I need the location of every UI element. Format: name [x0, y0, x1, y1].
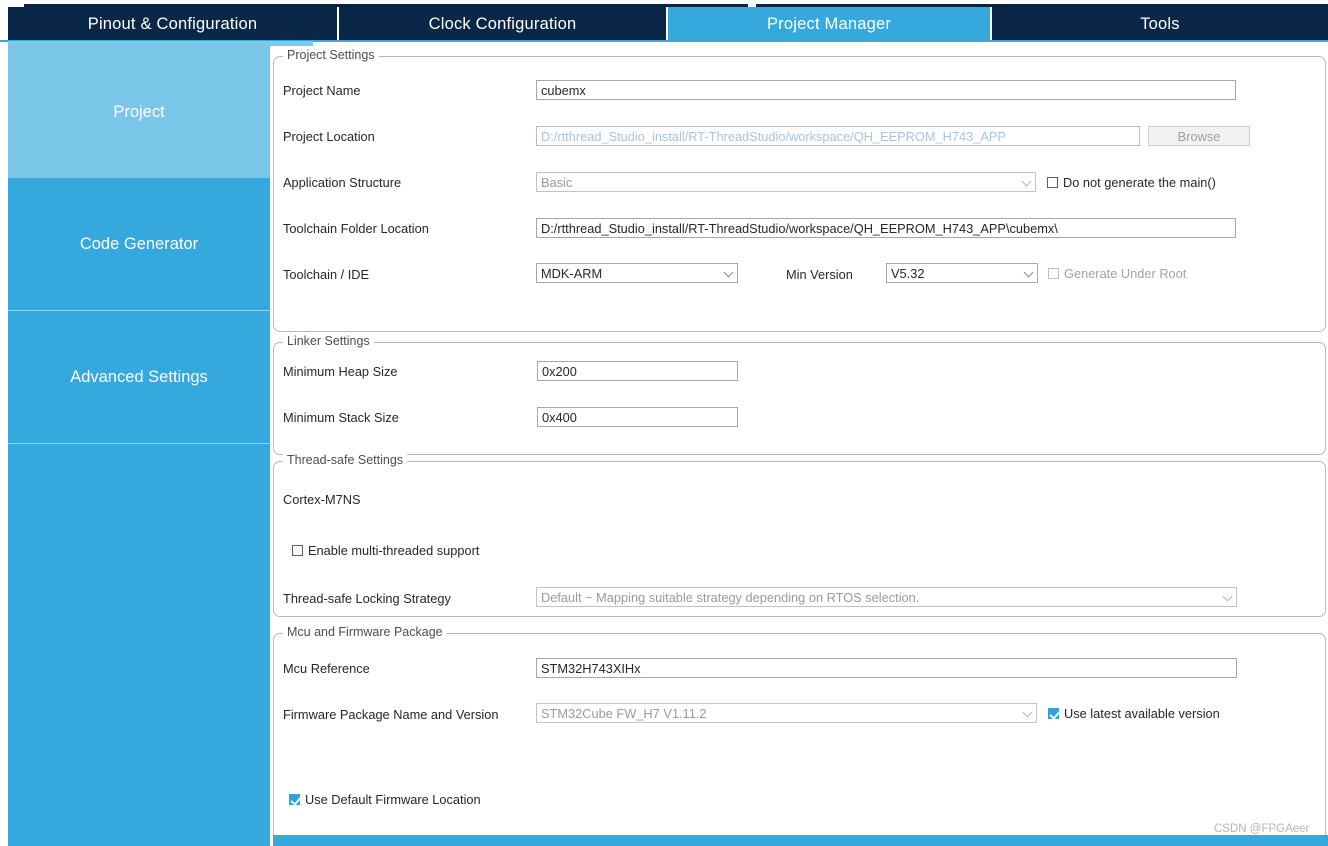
sidebar-bottom-accent — [8, 835, 270, 846]
linker-settings-group: Linker Settings Minimum Heap Size 0x200 … — [273, 334, 1326, 455]
toolchain-ide-select[interactable]: MDK-ARM — [536, 263, 738, 283]
sidebar-item-label: Advanced Settings — [70, 368, 208, 386]
linker-settings-title: Linker Settings — [283, 334, 374, 348]
min-version-select[interactable]: V5.32 — [886, 263, 1038, 283]
min-version-value: V5.32 — [891, 265, 925, 281]
chevron-down-icon — [1021, 176, 1032, 187]
toolchain-folder-location-input[interactable]: D:/rtthread_Studio_install/RT-ThreadStud… — [536, 218, 1236, 238]
use-latest-version-checkbox[interactable]: Use latest available version — [1048, 703, 1220, 723]
checkbox-label: Enable multi-threaded support — [308, 542, 480, 558]
sidebar-item-advanced-settings[interactable]: Advanced Settings — [8, 311, 270, 444]
minimum-heap-size-label: Minimum Heap Size — [283, 364, 398, 379]
tab-label: Pinout & Configuration — [87, 14, 258, 33]
sidebar-item-label: Code Generator — [79, 235, 199, 253]
checkbox-label: Generate Under Root — [1064, 265, 1187, 281]
watermark: CSDN @FPGAeer — [1214, 823, 1310, 835]
checkbox-box — [292, 544, 303, 556]
application-structure-value: Basic — [541, 174, 573, 190]
project-location-input[interactable]: D:/rtthread_Studio_install/RT-ThreadStud… — [536, 126, 1140, 146]
content-bottom-accent — [273, 835, 1328, 846]
project-settings-title: Project Settings — [283, 48, 379, 62]
checkbox-box — [1048, 707, 1059, 719]
minimum-stack-size-label: Minimum Stack Size — [283, 410, 399, 425]
min-version-label: Min Version — [786, 267, 853, 282]
thread-safe-locking-strategy-select[interactable]: Default − Mapping suitable strategy depe… — [536, 587, 1237, 607]
sidebar-item-project[interactable]: Project — [8, 46, 270, 178]
project-name-value: cubemx — [541, 82, 586, 98]
chevron-down-icon — [723, 267, 734, 278]
chevron-down-icon — [1022, 707, 1033, 718]
sidebar-item-code-generator[interactable]: Code Generator — [8, 178, 270, 311]
project-manager-sidebar: Project Code Generator Advanced Settings — [8, 46, 270, 846]
tab-pinout-configuration[interactable]: Pinout & Configuration — [8, 7, 337, 41]
tab-label: Project Manager — [766, 14, 892, 33]
minimum-heap-size-value: 0x200 — [542, 363, 577, 379]
tab-clock-configuration[interactable]: Clock Configuration — [339, 7, 666, 41]
toolchain-folder-location-label: Toolchain Folder Location — [283, 221, 429, 236]
browse-label: Browse — [1177, 128, 1221, 144]
project-location-value: D:/rtthread_Studio_install/RT-ThreadStud… — [541, 128, 1006, 144]
checkbox-box — [1047, 176, 1058, 188]
minimum-heap-size-input[interactable]: 0x200 — [537, 361, 738, 381]
checkbox-label: Use latest available version — [1064, 705, 1220, 721]
firmware-package-value: STM32Cube FW_H7 V1.11.2 — [541, 705, 707, 721]
checkbox-box — [1048, 267, 1059, 279]
project-settings-group: Project Settings Project Name cubemx Pro… — [273, 48, 1326, 332]
minimum-stack-size-value: 0x400 — [542, 409, 577, 425]
chevron-down-icon — [1222, 591, 1233, 602]
firmware-package-select[interactable]: STM32Cube FW_H7 V1.11.2 — [536, 703, 1037, 723]
checkbox-label: Use Default Firmware Location — [305, 791, 481, 807]
mcu-firmware-package-title: Mcu and Firmware Package — [283, 625, 447, 639]
thread-safe-settings-group: Thread-safe Settings Cortex-M7NS Enable … — [273, 453, 1326, 617]
tab-project-manager[interactable]: Project Manager — [668, 7, 990, 41]
sidebar-item-empty[interactable] — [8, 444, 270, 846]
mcu-reference-value: STM32H743XIHx — [541, 660, 641, 676]
project-location-label: Project Location — [283, 129, 375, 144]
chevron-down-icon — [1023, 267, 1034, 278]
toolchain-ide-value: MDK-ARM — [541, 265, 603, 281]
use-default-firmware-location-checkbox[interactable]: Use Default Firmware Location — [289, 789, 481, 809]
application-structure-select[interactable]: Basic — [536, 172, 1036, 192]
mcu-reference-label: Mcu Reference — [283, 661, 370, 676]
sidebar-item-label: Project — [113, 102, 165, 121]
toolchain-folder-location-value: D:/rtthread_Studio_install/RT-ThreadStud… — [541, 220, 1058, 236]
mcu-reference-input[interactable]: STM32H743XIHx — [536, 658, 1237, 678]
project-location-browse-button[interactable]: Browse — [1148, 126, 1250, 146]
do-not-generate-main-checkbox[interactable]: Do not generate the main() — [1047, 172, 1216, 192]
application-structure-label: Application Structure — [283, 175, 402, 190]
minimum-stack-size-input[interactable]: 0x400 — [537, 407, 738, 427]
enable-multithreaded-support-checkbox[interactable]: Enable multi-threaded support — [292, 540, 479, 560]
toolchain-ide-label: Toolchain / IDE — [283, 267, 370, 282]
thread-safe-locking-strategy-label: Thread-safe Locking Strategy — [283, 591, 451, 606]
tab-label: Clock Configuration — [428, 14, 577, 33]
stm32cubemx-window: Pinout & Configuration Clock Configurati… — [0, 0, 1328, 846]
tab-tools[interactable]: Tools — [992, 7, 1328, 41]
checkbox-label: Do not generate the main() — [1063, 174, 1216, 190]
project-manager-content: Project Settings Project Name cubemx Pro… — [270, 46, 1328, 846]
firmware-package-label: Firmware Package Name and Version — [283, 707, 499, 722]
mcu-firmware-package-group: Mcu and Firmware Package Mcu Reference S… — [273, 625, 1326, 846]
tab-label: Tools — [1140, 14, 1180, 33]
locking-strategy-value: Default − Mapping suitable strategy depe… — [541, 589, 920, 605]
generate-under-root-checkbox[interactable]: Generate Under Root — [1048, 263, 1186, 283]
core-label: Cortex-M7NS — [283, 492, 361, 507]
project-name-input[interactable]: cubemx — [536, 80, 1236, 100]
project-name-label: Project Name — [283, 83, 361, 98]
main-tabbar: Pinout & Configuration Clock Configurati… — [0, 7, 1328, 41]
checkbox-box — [289, 793, 300, 805]
top-partial-strip — [0, 0, 1328, 7]
thread-safe-settings-title: Thread-safe Settings — [283, 453, 408, 467]
